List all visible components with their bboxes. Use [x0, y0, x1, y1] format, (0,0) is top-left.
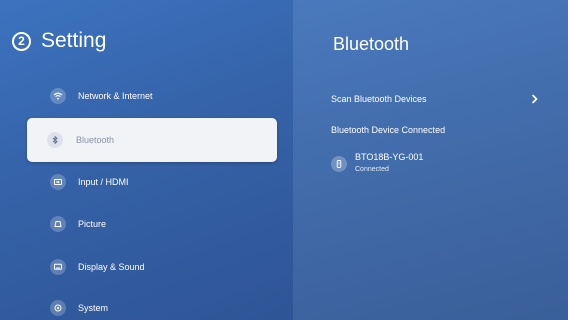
step-badge: 2 [12, 31, 31, 51]
menu-label-network: Network & Internet [78, 91, 153, 101]
menu-label-input: Input / HDMI [78, 177, 129, 187]
menu-item-display-sound[interactable]: Display & Sound [24, 247, 278, 287]
connected-device-item[interactable]: BTO18B-YG-001 Connected [331, 152, 423, 175]
connected-devices-heading: Bluetooth Device Connected [331, 125, 446, 135]
page-title: Setting [41, 29, 107, 52]
menu-item-input[interactable]: Input / HDMI [24, 162, 278, 202]
display-icon [50, 259, 66, 275]
menu-item-picture[interactable]: Picture [24, 204, 278, 244]
picture-icon [50, 216, 66, 232]
menu-label-system: System [78, 303, 109, 313]
chevron-right-icon [529, 92, 541, 106]
menu-label-picture: Picture [78, 219, 107, 229]
device-info: BTO18B-YG-001 Connected [355, 152, 423, 175]
input-icon [50, 174, 66, 190]
settings-header: 2 Setting [12, 28, 106, 54]
menu-item-network[interactable]: Network & Internet [24, 76, 278, 116]
scan-bluetooth-devices-button[interactable]: Scan Bluetooth Devices [331, 88, 541, 110]
panel-title: Bluetooth [333, 34, 410, 54]
scan-bluetooth-label: Scan Bluetooth Devices [331, 94, 427, 104]
wifi-icon [50, 88, 66, 104]
settings-screen: 2 Setting Network & Internet Bluetooth I… [0, 0, 568, 320]
menu-label-display-sound: Display & Sound [78, 262, 145, 272]
device-icon [331, 155, 347, 172]
device-status: Connected [355, 166, 389, 173]
settings-menu-panel: 2 Setting Network & Internet Bluetooth I… [0, 0, 293, 320]
bluetooth-icon [47, 132, 63, 148]
menu-item-bluetooth[interactable]: Bluetooth [27, 118, 277, 162]
menu-item-system[interactable]: System [24, 288, 278, 320]
system-icon [50, 300, 66, 316]
menu-label-bluetooth: Bluetooth [76, 135, 115, 145]
device-name: BTO18B-YG-001 [355, 152, 424, 162]
